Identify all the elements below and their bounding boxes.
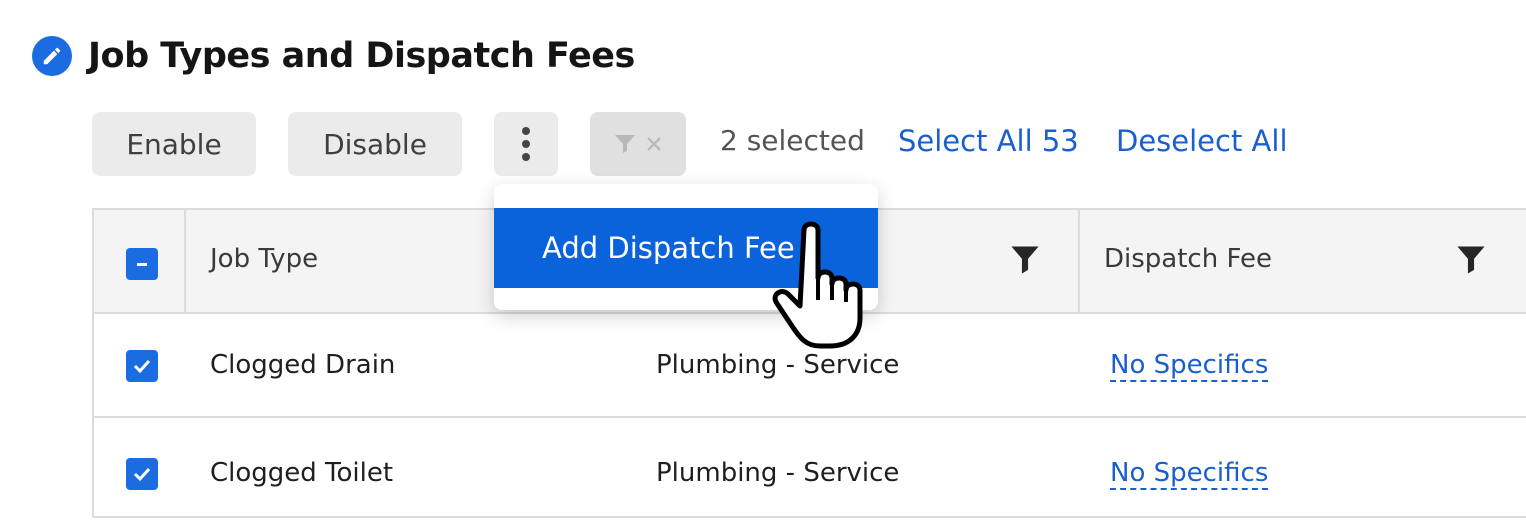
column-header-dispatch-fee[interactable]: Dispatch Fee xyxy=(1104,244,1272,274)
minus-icon xyxy=(137,263,147,266)
more-actions-button[interactable] xyxy=(494,112,558,176)
job-type-cell: Clogged Drain xyxy=(210,350,396,380)
kebab-icon xyxy=(522,127,530,161)
category-cell: Plumbing - Service xyxy=(656,350,900,380)
dispatch-fee-link[interactable]: No Specifics xyxy=(1110,458,1269,490)
category-filter-icon[interactable] xyxy=(1010,244,1040,276)
select-all-link[interactable]: Select All 53 xyxy=(898,124,1079,158)
hand-pointer-icon xyxy=(772,221,863,349)
filter-icon xyxy=(615,135,635,153)
section-header: Job Types and Dispatch Fees xyxy=(32,36,635,76)
select-all-checkbox[interactable] xyxy=(126,248,158,280)
clear-filter-button[interactable] xyxy=(590,112,686,176)
enable-button[interactable]: Enable xyxy=(92,112,256,176)
column-header-job-type[interactable]: Job Type xyxy=(210,244,318,274)
deselect-all-link[interactable]: Deselect All xyxy=(1116,124,1288,158)
checkmark-icon xyxy=(133,359,151,374)
checkmark-icon xyxy=(133,467,151,482)
dispatch-fee-filter-icon[interactable] xyxy=(1456,244,1486,276)
close-icon xyxy=(647,137,661,151)
page-title: Job Types and Dispatch Fees xyxy=(88,36,635,76)
job-type-cell: Clogged Toilet xyxy=(210,458,394,488)
disable-button[interactable]: Disable xyxy=(288,112,462,176)
pencil-icon[interactable] xyxy=(32,36,72,76)
row-checkbox[interactable] xyxy=(126,458,158,490)
dispatch-fee-link[interactable]: No Specifics xyxy=(1110,350,1269,382)
selected-count: 2 selected xyxy=(720,124,865,157)
table-row[interactable]: Clogged Toilet Plumbing - Service No Spe… xyxy=(94,416,1526,522)
row-checkbox[interactable] xyxy=(126,350,158,382)
category-cell: Plumbing - Service xyxy=(656,458,900,488)
